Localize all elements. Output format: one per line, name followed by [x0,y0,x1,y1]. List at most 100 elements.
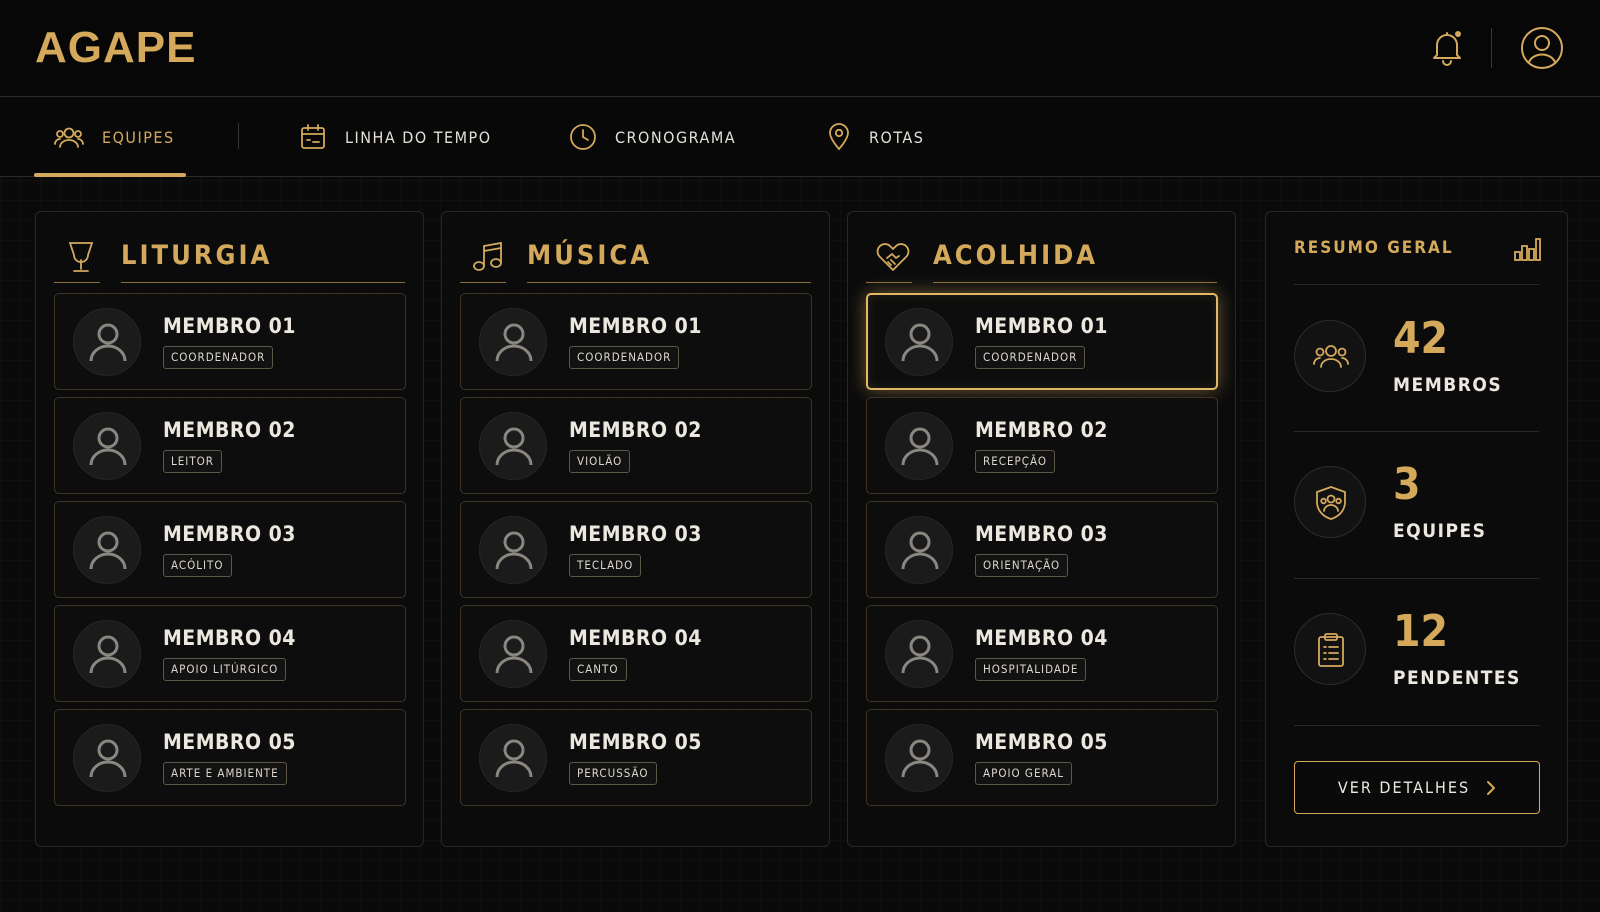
member-role-badge: COORDENADOR [569,346,680,369]
avatar [73,412,141,480]
member-role-badge: TECLADO [569,554,642,577]
member-card[interactable]: MEMBRO 03 ACÓLITO [54,501,406,598]
member-card[interactable]: MEMBRO 05 APOIO GERAL [866,709,1218,806]
tab-label: LINHA DO TEMPO [345,127,492,147]
stat-label: PENDENTES [1393,667,1521,689]
person-icon [901,739,939,778]
member-card[interactable]: MEMBRO 04 APOIO LITÚRGICO [54,605,406,702]
clock-icon [570,124,596,150]
tab-label: CRONOGRAMA [615,127,737,147]
chevron-right-icon [1487,780,1496,795]
member-name: MEMBRO 02 [163,418,296,442]
stat-value: 3 [1393,459,1421,510]
active-tab-indicator [34,173,186,177]
member-card[interactable]: MEMBRO 04 HOSPITALIDADE [866,605,1218,702]
member-card[interactable]: MEMBRO 01 COORDENADOR [54,293,406,390]
member-name: MEMBRO 05 [975,730,1108,754]
main-tabs: EQUIPES LINHA DO TEMPO CRONOGRAMA ROTAS [0,97,1600,177]
avatar [73,724,141,792]
member-card[interactable]: MEMBRO 05 PERCUSSÃO [460,709,812,806]
member-role-badge: RECEPÇÃO [975,450,1055,473]
title-underline [933,282,1217,283]
clipboard-list-icon [1318,633,1344,667]
icon-underline [460,282,506,283]
avatar [479,516,547,584]
calendar-icon [301,124,325,149]
member-name: MEMBRO 01 [975,314,1108,338]
avatar [885,412,953,480]
tab-separator [238,123,239,149]
member-name: MEMBRO 04 [975,626,1108,650]
avatar [479,308,547,376]
divider [1294,431,1539,432]
member-card[interactable]: MEMBRO 05 ARTE E AMBIENTE [54,709,406,806]
map-pin-icon [829,123,849,151]
tab-label: ROTAS [869,127,925,147]
divider [1294,284,1539,285]
chalice-icon [68,242,94,272]
tab-cronograma[interactable]: CRONOGRAMA [569,97,736,177]
person-icon [495,427,533,466]
member-card[interactable]: MEMBRO 03 ORIENTAÇÃO [866,501,1218,598]
heart-handshake-icon [876,243,910,271]
member-card[interactable]: MEMBRO 01 COORDENADOR [460,293,812,390]
member-card[interactable]: MEMBRO 02 LEITOR [54,397,406,494]
team-header: ACOLHIDA [866,228,1217,284]
icon-underline [866,282,912,283]
member-name: MEMBRO 02 [569,418,702,442]
avatar [479,412,547,480]
person-icon [89,427,127,466]
avatar [73,516,141,584]
view-details-button[interactable]: VER DETALHES [1294,761,1540,814]
person-icon [495,739,533,778]
member-card-highlighted[interactable]: MEMBRO 01 COORDENADOR [866,293,1218,390]
member-role-badge: CANTO [569,658,627,681]
team-title: MÚSICA [527,240,653,271]
member-name: MEMBRO 05 [163,730,296,754]
member-role-badge: LEITOR [163,450,222,473]
member-name: MEMBRO 05 [569,730,702,754]
user-profile-icon[interactable] [1520,26,1564,70]
person-icon [901,635,939,674]
member-card[interactable]: MEMBRO 02 RECEPÇÃO [866,397,1218,494]
avatar [885,620,953,688]
avatar [73,620,141,688]
member-name: MEMBRO 01 [569,314,702,338]
button-label: VER DETALHES [1337,778,1471,797]
title-underline [527,282,811,283]
person-icon [89,531,127,570]
member-name: MEMBRO 04 [163,626,296,650]
tab-rotas[interactable]: ROTAS [827,97,924,177]
member-role-badge: COORDENADOR [163,346,274,369]
person-icon [89,635,127,674]
team-panel-musica: MÚSICA MEMBRO 01 COORDENADOR MEMBRO 02 V… [441,211,830,847]
app-header: AGAPE [0,0,1600,97]
person-icon [901,323,939,362]
divider [1294,725,1539,726]
avatar [885,516,953,584]
member-card[interactable]: MEMBRO 04 CANTO [460,605,812,702]
team-title: LITURGIA [121,240,273,271]
person-icon [901,531,939,570]
app-logo[interactable]: AGAPE [35,20,196,76]
users-icon [1313,345,1349,368]
person-icon [89,323,127,362]
stat-label: EQUIPES [1393,520,1487,542]
avatar [885,724,953,792]
avatar [73,308,141,376]
shield-users-icon [1316,486,1346,520]
tab-equipes[interactable]: EQUIPES [54,97,175,177]
team-title: ACOLHIDA [933,240,1099,271]
person-icon [495,323,533,362]
member-card[interactable]: MEMBRO 03 TECLADO [460,501,812,598]
notification-bell-icon[interactable] [1430,28,1464,66]
bar-chart-icon[interactable] [1513,236,1541,262]
person-icon [495,635,533,674]
tab-linha-do-tempo[interactable]: LINHA DO TEMPO [299,97,492,177]
member-name: MEMBRO 01 [163,314,296,338]
member-role-badge: ORIENTAÇÃO [975,554,1069,577]
summary-panel: RESUMO GERAL 42 MEMBROS 3 EQUIPES 12 PEN… [1265,211,1568,847]
member-role-badge: HOSPITALIDADE [975,658,1087,681]
member-role-badge: COORDENADOR [975,346,1086,369]
member-card[interactable]: MEMBRO 02 VIOLÃO [460,397,812,494]
